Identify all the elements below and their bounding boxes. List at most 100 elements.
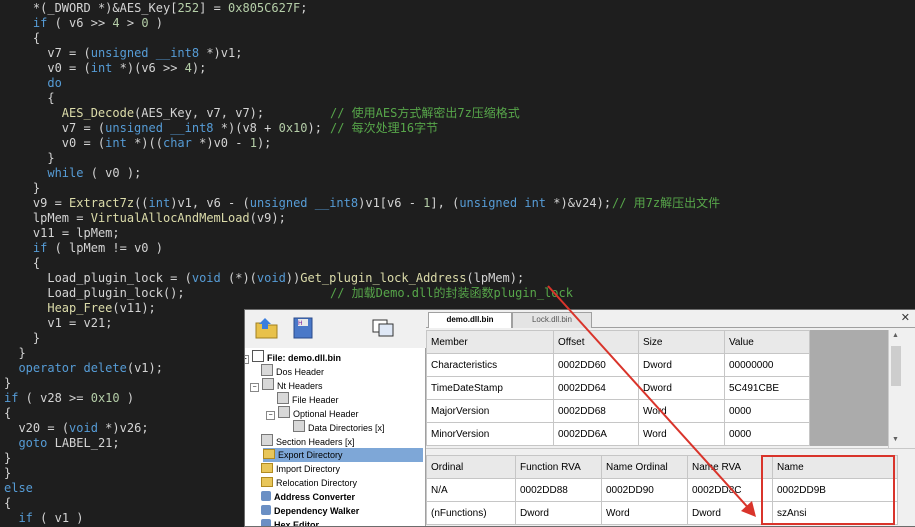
splitter[interactable] bbox=[426, 448, 915, 455]
tree-item-label: Address Converter bbox=[274, 492, 356, 502]
collapse-toggle-icon[interactable]: − bbox=[266, 411, 275, 420]
tree-item[interactable]: − Nt Headers bbox=[250, 378, 323, 392]
code-comment: // 使用AES方式解密出7z压缩格式 bbox=[330, 106, 520, 120]
code-line: if ( lpMem != v0 ) bbox=[32, 241, 163, 255]
value-cell[interactable]: 00000000 bbox=[724, 353, 810, 377]
ordinal-cell: (nFunctions) bbox=[426, 501, 516, 525]
tree-item[interactable]: Export Directory bbox=[263, 448, 423, 462]
code-line: v0 = (int *)((char *)v0 - 1); bbox=[61, 136, 272, 150]
name-ordinal-cell: 0002DD90 bbox=[601, 478, 688, 502]
tree-item[interactable]: Hex Editor bbox=[261, 518, 320, 527]
windows-icon[interactable] bbox=[369, 314, 397, 342]
tree-item[interactable]: − File: demo.dll.bin bbox=[245, 350, 341, 364]
code-line: } bbox=[4, 376, 12, 390]
folder-icon bbox=[263, 449, 275, 459]
value-cell[interactable]: 0000 bbox=[724, 399, 810, 423]
code-line: v9 = Extract7z((int)v1, v6 - (unsigned _… bbox=[32, 196, 612, 210]
collapse-toggle-icon[interactable]: − bbox=[250, 383, 259, 392]
code-line: } bbox=[4, 151, 55, 165]
value-cell[interactable]: 5C491CBE bbox=[724, 376, 810, 400]
save-disk-icon[interactable]: H bbox=[289, 314, 317, 342]
name-rva-cell: Dword bbox=[687, 501, 773, 525]
tree-item[interactable]: File Header bbox=[277, 392, 339, 406]
code-line: do bbox=[47, 76, 62, 90]
member-cell: TimeDateStamp bbox=[426, 376, 554, 400]
tree-item-label: Export Directory bbox=[278, 450, 343, 460]
code-line: } bbox=[4, 451, 12, 465]
tree-item[interactable]: Data Directories [x] bbox=[293, 420, 385, 434]
column-header-value[interactable]: Value bbox=[724, 330, 810, 354]
tree-item-label: Hex Editor bbox=[274, 520, 320, 527]
code-line: { bbox=[4, 496, 12, 510]
code-line: Load_plugin_lock = (void (*)(void))Get_p… bbox=[47, 271, 525, 285]
code-line: lpMem = VirtualAllocAndMemLoad(v9); bbox=[32, 211, 286, 225]
table-row[interactable]: Characteristics 0002DD60 Dword 00000000 bbox=[426, 353, 810, 377]
cff-toolbar: H bbox=[245, 310, 426, 348]
code-comment: // 用7z解压出文件 bbox=[612, 196, 721, 210]
tree-item-label: Dos Header bbox=[276, 367, 325, 377]
column-header-member[interactable]: Member bbox=[426, 330, 554, 354]
open-folder-icon[interactable] bbox=[253, 314, 281, 342]
tree-item[interactable]: Section Headers [x] bbox=[261, 434, 355, 448]
code-line: } bbox=[4, 346, 26, 360]
column-header-name-rva[interactable]: Name RVA bbox=[687, 455, 773, 479]
member-cell: MinorVersion bbox=[426, 422, 554, 446]
tree-item[interactable]: Dos Header bbox=[261, 364, 324, 378]
document-icon bbox=[261, 434, 273, 446]
tree-item[interactable]: Import Directory bbox=[261, 462, 340, 476]
tab-lock-dll[interactable]: Lock.dll.bin bbox=[512, 312, 592, 328]
column-header-size[interactable]: Size bbox=[638, 330, 725, 354]
folder-tree: − File: demo.dll.bin Dos Header − Nt Headers… bbox=[245, 348, 426, 526]
scroll-up-icon[interactable]: ▲ bbox=[892, 332, 899, 339]
table-row[interactable]: MinorVersion 0002DD6A Word 0000 bbox=[426, 422, 810, 446]
tree-item-label: Nt Headers bbox=[277, 381, 323, 391]
code-line: if ( v28 >= 0x10 ) bbox=[4, 391, 135, 405]
collapse-toggle-icon[interactable]: − bbox=[245, 355, 249, 364]
scroll-thumb[interactable] bbox=[891, 346, 901, 386]
tree-item-label: Data Directories [x] bbox=[308, 423, 385, 433]
code-line: v20 = (void *)v26; bbox=[18, 421, 149, 435]
table-row[interactable]: TimeDateStamp 0002DD64 Dword 5C491CBE bbox=[426, 376, 810, 400]
name-ordinal-cell: Word bbox=[601, 501, 688, 525]
code-line: { bbox=[4, 256, 41, 270]
code-line: *(_DWORD *)&AES_Key[252] = 0x805C627F; bbox=[4, 1, 308, 15]
tree-item[interactable]: Address Converter bbox=[261, 490, 355, 504]
code-line: { bbox=[4, 406, 12, 420]
tree-item[interactable]: Relocation Directory bbox=[261, 476, 357, 490]
offset-cell: 0002DD6A bbox=[553, 422, 639, 446]
tool-icon bbox=[261, 505, 271, 515]
close-icon[interactable]: ✕ bbox=[901, 311, 910, 325]
value-cell[interactable]: 0000 bbox=[724, 422, 810, 446]
code-line: Load_plugin_lock(); bbox=[47, 286, 185, 300]
tree-item-label: Section Headers [x] bbox=[276, 437, 355, 447]
svg-text:H: H bbox=[298, 320, 303, 327]
file-icon bbox=[252, 350, 264, 362]
document-icon bbox=[262, 378, 274, 390]
tab-demo-dll[interactable]: demo.dll.bin bbox=[428, 312, 512, 328]
tree-item-label: File Header bbox=[292, 395, 339, 405]
document-icon bbox=[293, 420, 305, 432]
annotation-highlight-box bbox=[761, 455, 895, 525]
column-header-offset[interactable]: Offset bbox=[553, 330, 639, 354]
table-row[interactable]: MajorVersion 0002DD68 Word 0000 bbox=[426, 399, 810, 423]
size-cell: Dword bbox=[638, 376, 725, 400]
column-header-name-ordinal[interactable]: Name Ordinal bbox=[601, 455, 688, 479]
code-line: else bbox=[4, 481, 33, 495]
code-line: { bbox=[4, 91, 55, 105]
code-line: AES_Decode(AES_Key, v7, v7); bbox=[61, 106, 265, 120]
column-header-ordinal[interactable]: Ordinal bbox=[426, 455, 516, 479]
scroll-down-icon[interactable]: ▼ bbox=[892, 436, 899, 443]
code-line: v1 = v21; bbox=[47, 316, 113, 330]
document-icon bbox=[278, 406, 290, 418]
code-line: v0 = (int *)(v6 >> 4); bbox=[47, 61, 207, 75]
size-cell: Word bbox=[638, 399, 725, 423]
function-rva-cell: Dword bbox=[515, 501, 602, 525]
document-icon bbox=[277, 392, 289, 404]
column-header-function-rva[interactable]: Function RVA bbox=[515, 455, 602, 479]
vertical-scrollbar[interactable]: ▲ ▼ bbox=[888, 330, 904, 450]
tree-item[interactable]: − Optional Header bbox=[266, 406, 359, 420]
tree-item[interactable]: Dependency Walker bbox=[261, 504, 359, 518]
code-line: } bbox=[4, 466, 12, 480]
code-comment: // 每次处理16字节 bbox=[330, 121, 439, 135]
code-line: v7 = (unsigned __int8 *)(v8 + 0x10); bbox=[61, 121, 322, 135]
